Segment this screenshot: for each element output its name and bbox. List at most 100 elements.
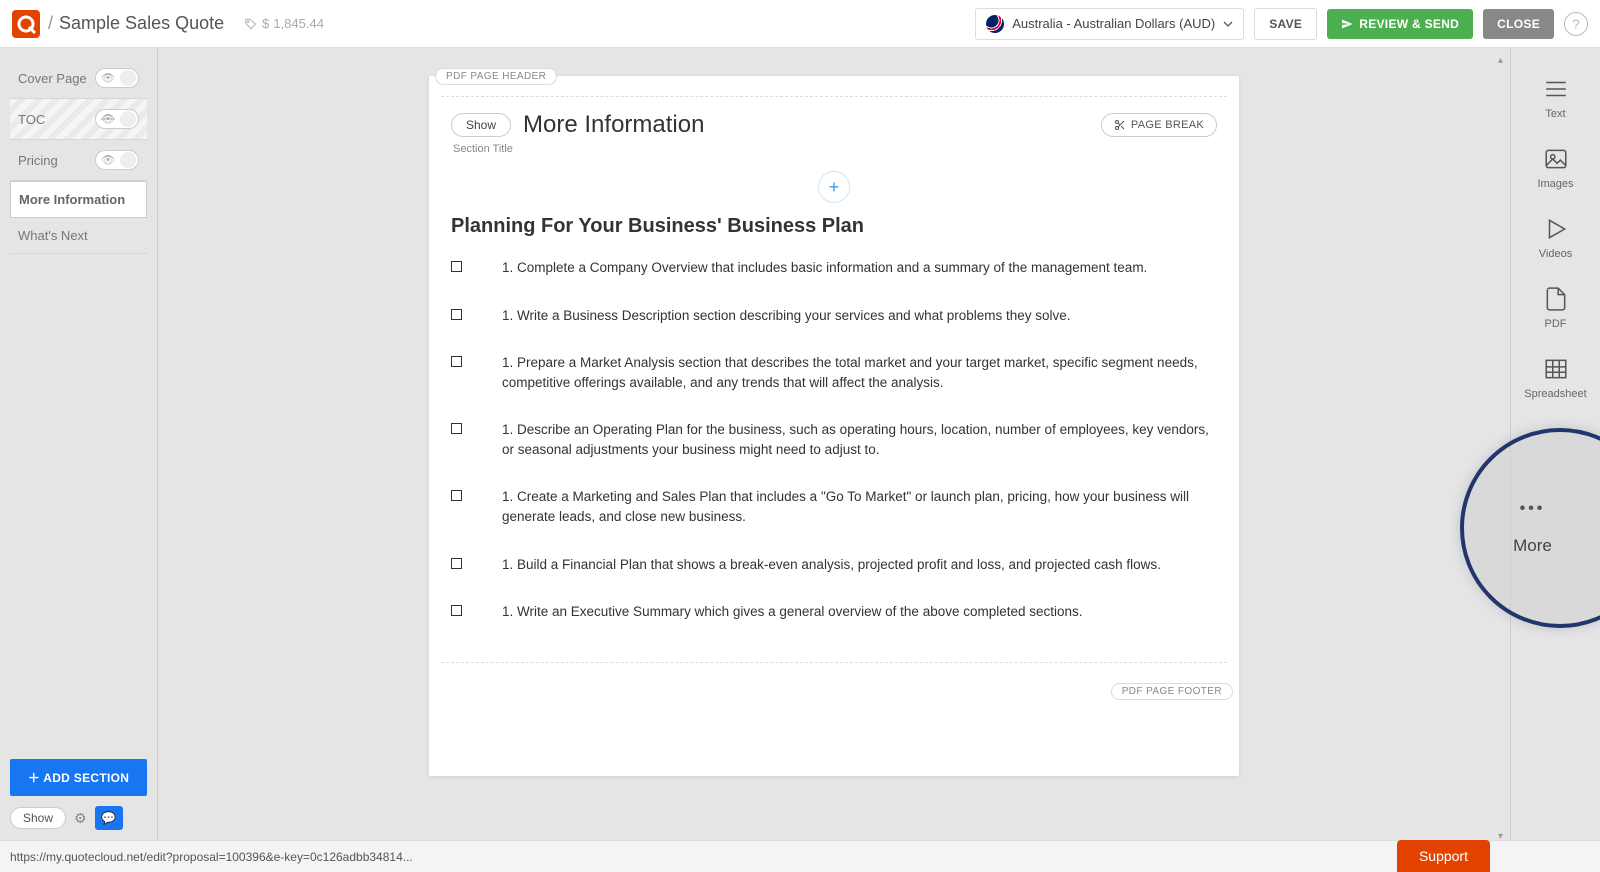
currency-selector[interactable]: Australia - Australian Dollars (AUD) <box>975 8 1244 40</box>
checkbox-icon[interactable] <box>451 309 462 320</box>
top-bar: / Sample Sales Quote $ 1,845.44 Australi… <box>0 0 1600 48</box>
top-right-actions: Australia - Australian Dollars (AUD) SAV… <box>975 8 1588 40</box>
price-tag: $ 1,845.44 <box>244 16 324 31</box>
section-header-left: Show More Information <box>451 111 704 139</box>
toolbar-label: Text <box>1545 108 1565 120</box>
app-logo[interactable] <box>12 10 40 38</box>
add-block-button[interactable]: + <box>818 171 850 203</box>
visibility-toggle[interactable]: 👁 <box>95 109 139 129</box>
visibility-toggle[interactable]: 👁 <box>95 150 139 170</box>
close-button[interactable]: CLOSE <box>1483 9 1554 39</box>
status-url: https://my.quotecloud.net/edit?proposal=… <box>10 850 413 864</box>
pdf-icon <box>1541 286 1571 312</box>
eye-off-icon: 👁 <box>101 113 115 126</box>
checkbox-icon[interactable] <box>451 261 462 272</box>
toolbar-spreadsheet[interactable]: Spreadsheet <box>1511 346 1600 414</box>
review-send-button[interactable]: REVIEW & SEND <box>1327 9 1473 39</box>
eye-icon: 👁 <box>101 72 115 85</box>
sidebar-item-more-information[interactable]: More Information <box>10 181 147 218</box>
show-button[interactable]: Show <box>451 113 511 137</box>
sidebar-item-toc[interactable]: TOC 👁 <box>10 99 147 140</box>
support-button[interactable]: Support <box>1397 840 1490 872</box>
tag-icon <box>244 17 258 31</box>
scroll-up-icon[interactable] <box>1498 50 1508 62</box>
checklist-row[interactable]: 1. Prepare a Market Analysis section tha… <box>451 353 1217 392</box>
page-break-button[interactable]: PAGE BREAK <box>1101 113 1217 137</box>
checklist-text: 1. Describe an Operating Plan for the bu… <box>502 420 1217 459</box>
checklist-text: 1. Write a Business Description section … <box>502 306 1071 326</box>
sidebar-item-whats-next[interactable]: What's Next <box>10 218 147 254</box>
checklist-text: 1. Write an Executive Summary which give… <box>502 602 1083 622</box>
send-icon <box>1341 18 1353 30</box>
toolbar-text[interactable]: Text <box>1511 66 1600 134</box>
page: PDF PAGE HEADER Show More Information PA… <box>429 76 1239 776</box>
show-pill[interactable]: Show <box>10 807 66 829</box>
section-header: Show More Information PAGE BREAK <box>451 111 1217 139</box>
sidebar-item-label: What's Next <box>18 228 88 243</box>
checkbox-icon[interactable] <box>451 605 462 616</box>
price-currency-symbol: $ <box>262 16 269 31</box>
checklist-row[interactable]: 1. Complete a Company Overview that incl… <box>451 258 1217 278</box>
pdf-footer-label: PDF PAGE FOOTER <box>1111 683 1233 700</box>
right-toolbar: Text Images Videos PDF Spreadsheet ••• M… <box>1510 48 1600 840</box>
block-title[interactable]: Planning For Your Business' Business Pla… <box>451 215 1217 238</box>
scissors-icon <box>1114 119 1126 131</box>
toolbar-label: Spreadsheet <box>1524 388 1586 400</box>
save-button[interactable]: SAVE <box>1254 8 1317 40</box>
sidebar-item-label: Cover Page <box>18 71 87 86</box>
sidebar-item-label: Pricing <box>18 153 58 168</box>
more-label: More <box>1513 536 1552 556</box>
checklist-row[interactable]: 1. Write a Business Description section … <box>451 306 1217 326</box>
page-break-label: PAGE BREAK <box>1131 119 1204 131</box>
sidebar-item-cover-page[interactable]: Cover Page 👁 <box>10 58 147 99</box>
checklist-text: 1. Complete a Company Overview that incl… <box>502 258 1147 278</box>
breadcrumb: / Sample Sales Quote <box>48 13 224 34</box>
checkbox-icon[interactable] <box>451 490 462 501</box>
currency-label: Australia - Australian Dollars (AUD) <box>1012 16 1215 31</box>
toolbar-label: Images <box>1537 178 1573 190</box>
checkbox-icon[interactable] <box>451 423 462 434</box>
image-icon <box>1541 146 1571 172</box>
add-section-container: ＋ ADD SECTION <box>10 759 147 796</box>
checkbox-icon[interactable] <box>451 356 462 367</box>
spreadsheet-icon <box>1541 356 1571 382</box>
breadcrumb-title[interactable]: Sample Sales Quote <box>59 13 224 34</box>
checklist-text: 1. Build a Financial Plan that shows a b… <box>502 555 1161 575</box>
add-section-button[interactable]: ＋ ADD SECTION <box>10 759 147 796</box>
more-icon: ••• <box>1520 500 1546 518</box>
toolbar-pdf[interactable]: PDF <box>1511 276 1600 344</box>
video-icon <box>1541 216 1571 242</box>
comment-icon[interactable]: 💬 <box>95 806 123 830</box>
section-title[interactable]: More Information <box>523 111 704 139</box>
review-send-label: REVIEW & SEND <box>1359 17 1459 31</box>
checklist-row[interactable]: 1. Write an Executive Summary which give… <box>451 602 1217 622</box>
checklist-text: 1. Prepare a Market Analysis section tha… <box>502 353 1217 392</box>
eye-icon: 👁 <box>101 154 115 167</box>
checkbox-icon[interactable] <box>451 558 462 569</box>
help-icon[interactable]: ? <box>1564 12 1588 36</box>
add-section-label: ADD SECTION <box>43 771 129 785</box>
toolbar-images[interactable]: Images <box>1511 136 1600 204</box>
plus-icon: ＋ <box>28 771 44 785</box>
section-list: Cover Page 👁 TOC 👁 Pricing 👁 More Inform… <box>10 58 147 254</box>
left-sidebar: Cover Page 👁 TOC 👁 Pricing 👁 More Inform… <box>0 48 158 840</box>
breadcrumb-slash: / <box>48 13 53 34</box>
checklist-row[interactable]: 1. Describe an Operating Plan for the bu… <box>451 420 1217 459</box>
sidebar-item-label: More Information <box>19 192 125 207</box>
pdf-header-label: PDF PAGE HEADER <box>435 68 557 85</box>
visibility-toggle[interactable]: 👁 <box>95 68 139 88</box>
flag-icon <box>986 15 1004 33</box>
main-canvas[interactable]: PDF PAGE HEADER Show More Information PA… <box>158 48 1510 840</box>
section-subtitle: Section Title <box>453 143 1217 155</box>
scroll-down-icon[interactable] <box>1498 826 1508 838</box>
chevron-down-icon <box>1223 19 1233 29</box>
toolbar-label: Videos <box>1539 248 1572 260</box>
checklist-text: 1. Create a Marketing and Sales Plan tha… <box>502 487 1217 526</box>
sidebar-item-pricing[interactable]: Pricing 👁 <box>10 140 147 181</box>
toolbar-videos[interactable]: Videos <box>1511 206 1600 274</box>
text-icon <box>1541 76 1571 102</box>
checklist-row[interactable]: 1. Build a Financial Plan that shows a b… <box>451 555 1217 575</box>
gear-icon[interactable]: ⚙ <box>74 810 87 827</box>
checklist-row[interactable]: 1. Create a Marketing and Sales Plan tha… <box>451 487 1217 526</box>
price-value: 1,845.44 <box>273 16 324 31</box>
